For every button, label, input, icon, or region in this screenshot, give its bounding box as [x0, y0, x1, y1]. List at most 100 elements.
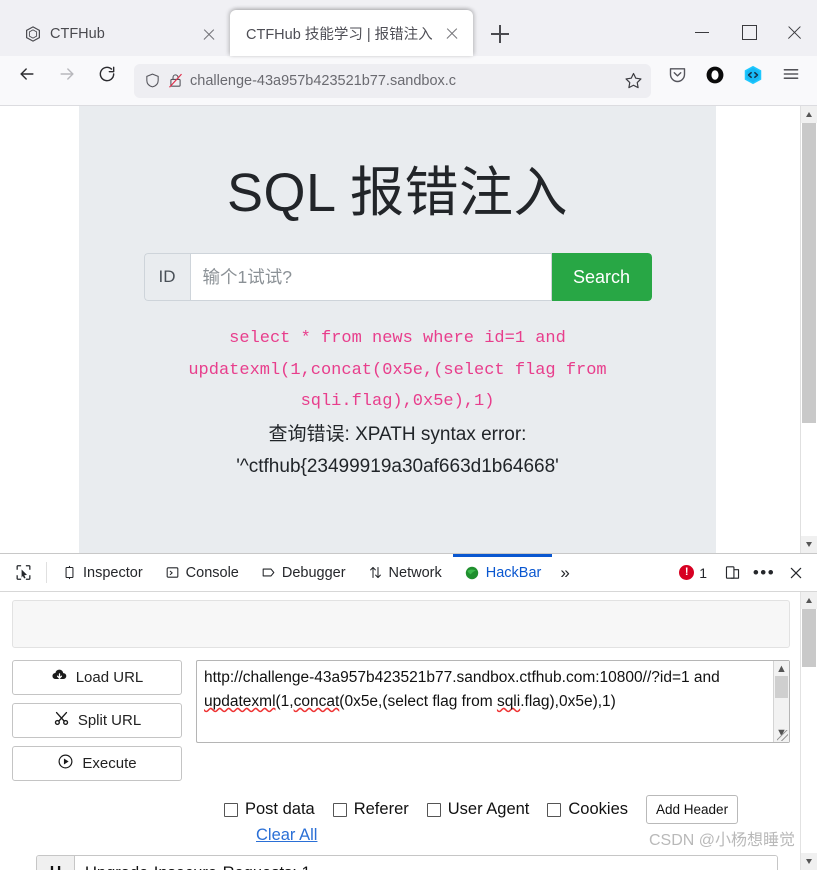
- element-picker-icon[interactable]: [4, 554, 42, 591]
- split-url-button[interactable]: Split URL: [12, 703, 182, 738]
- error-count-badge[interactable]: ! 1: [671, 565, 715, 581]
- scroll-down-icon[interactable]: [801, 536, 817, 553]
- new-tab-button[interactable]: [483, 17, 517, 51]
- scroll-up-icon[interactable]: [801, 106, 817, 123]
- close-window-button[interactable]: [771, 12, 817, 52]
- back-button[interactable]: [8, 64, 46, 98]
- window-controls: [679, 12, 817, 56]
- id-input[interactable]: [190, 253, 552, 301]
- page-scrollbar[interactable]: [800, 106, 817, 553]
- checkbox-icon[interactable]: [224, 803, 238, 817]
- forward-button[interactable]: [48, 64, 86, 98]
- hackbar-hex-icon[interactable]: [735, 64, 771, 98]
- star-icon[interactable]: [624, 71, 643, 90]
- load-url-button[interactable]: Load URL: [12, 660, 182, 695]
- url-textarea-wrapper: http://challenge-43a957b423521b77.sandbo…: [196, 660, 790, 743]
- hackbar-panel: Load URL Split URL: [0, 592, 817, 870]
- tab-debugger[interactable]: Debugger: [250, 554, 357, 591]
- error-message-flag: '^ctfhub{23499919a30af663d1b64668': [138, 452, 658, 483]
- url-line-3a: sqli: [497, 693, 520, 710]
- tab-bar: CTFHub CTFHub 技能学习 | 报错注入: [0, 0, 817, 56]
- checkbox-user-agent[interactable]: User Agent: [427, 800, 530, 819]
- add-header-button[interactable]: Add Header: [646, 795, 738, 824]
- scrollbar-thumb[interactable]: [802, 609, 816, 667]
- scroll-down-icon[interactable]: [801, 853, 817, 870]
- shield-icon[interactable]: [144, 72, 161, 89]
- button-label: Execute: [82, 755, 136, 772]
- checkbox-icon[interactable]: [333, 803, 347, 817]
- error-badge-icon: !: [679, 565, 694, 580]
- hackbar-top-panel: [12, 600, 790, 648]
- scrollbar-track[interactable]: [801, 123, 817, 536]
- tab-label: Inspector: [83, 565, 143, 581]
- error-count: 1: [699, 565, 707, 581]
- checkbox-label: Referer: [354, 800, 409, 819]
- scroll-up-icon[interactable]: [801, 592, 817, 609]
- close-devtools-icon[interactable]: [781, 558, 811, 588]
- url-line-2c: (1,: [276, 693, 294, 710]
- browser-tab-ctfhub[interactable]: CTFHub: [10, 12, 230, 56]
- close-icon[interactable]: [198, 23, 220, 45]
- navigation-toolbar: challenge-43a957b423521b77.sandbox.c: [0, 56, 817, 106]
- scrollbar-thumb[interactable]: [802, 123, 816, 423]
- hackbar-url-row: Load URL Split URL: [12, 660, 790, 781]
- scrollbar-thumb[interactable]: [775, 676, 788, 698]
- hackbar-options-row: Post data Referer User Agent Cookies A: [26, 795, 790, 824]
- checkbox-referer[interactable]: Referer: [333, 800, 409, 819]
- devtools-toolbar: Inspector Console Debugger: [0, 554, 817, 592]
- cloud-download-icon: [51, 667, 68, 688]
- header-row: H: [36, 855, 778, 870]
- url-line-2b: updatexml: [204, 693, 276, 710]
- page-title: SQL 报错注入: [79, 164, 716, 223]
- id-input-group: ID Search: [144, 253, 652, 301]
- pocket-icon[interactable]: [659, 64, 695, 98]
- id-label: ID: [144, 253, 190, 301]
- play-circle-icon: [57, 753, 74, 774]
- url-line-3b: .flag),0x5e),1): [520, 693, 616, 710]
- hackbar-button-column: Load URL Split URL: [12, 660, 182, 781]
- tab-label: Debugger: [282, 565, 346, 581]
- page-content: SQL 报错注入 ID Search select * from news wh…: [0, 106, 800, 553]
- devtools-panel: Inspector Console Debugger: [0, 553, 817, 870]
- maximize-button[interactable]: [725, 12, 771, 52]
- resize-grip-icon[interactable]: [777, 730, 788, 741]
- hackbar-url-textarea[interactable]: http://challenge-43a957b423521b77.sandbo…: [196, 660, 790, 743]
- tab-overflow-chevron-icon[interactable]: »: [552, 554, 577, 591]
- tab-title: CTFHub 技能学习 | 报错注入: [246, 23, 433, 44]
- header-key-label: H: [37, 856, 75, 870]
- page-viewport: SQL 报错注入 ID Search select * from news wh…: [0, 106, 817, 553]
- more-options-icon[interactable]: •••: [749, 558, 779, 588]
- tab-network[interactable]: Network: [357, 554, 453, 591]
- scrollbar-track[interactable]: [801, 609, 817, 853]
- error-message-line1: 查询错误: XPATH syntax error:: [138, 420, 658, 451]
- tab-label: HackBar: [486, 565, 542, 581]
- url-text: challenge-43a957b423521b77.sandbox.c: [190, 73, 618, 89]
- checkbox-cookies[interactable]: Cookies: [547, 800, 628, 819]
- checkbox-icon[interactable]: [547, 803, 561, 817]
- checkbox-post-data[interactable]: Post data: [224, 800, 315, 819]
- search-button[interactable]: Search: [552, 253, 652, 301]
- tab-hackbar[interactable]: HackBar: [453, 554, 553, 591]
- tab-console[interactable]: Console: [154, 554, 250, 591]
- opera-circle-icon[interactable]: [697, 64, 733, 98]
- hackbar-green-icon: [464, 565, 480, 581]
- responsive-design-mode-icon[interactable]: [717, 558, 747, 588]
- url-bar[interactable]: challenge-43a957b423521b77.sandbox.c: [134, 64, 651, 98]
- execute-button[interactable]: Execute: [12, 746, 182, 781]
- close-icon[interactable]: [441, 22, 463, 44]
- url-line-1: http://challenge-43a957b423521b77.sandbo…: [204, 669, 643, 686]
- lock-slashed-icon[interactable]: [167, 72, 184, 89]
- tab-label: Console: [186, 565, 239, 581]
- header-value-input[interactable]: [75, 856, 777, 870]
- tab-inspector[interactable]: Inspector: [51, 554, 154, 591]
- browser-tab-active[interactable]: CTFHub 技能学习 | 报错注入: [230, 10, 473, 56]
- hamburger-menu-icon[interactable]: [773, 64, 809, 98]
- hackbar-scrollbar[interactable]: [800, 592, 817, 870]
- clear-all-link[interactable]: Clear All: [210, 826, 317, 845]
- url-line-2a: //?id=1 and: [643, 669, 720, 686]
- checkbox-icon[interactable]: [427, 803, 441, 817]
- minimize-button[interactable]: [679, 12, 725, 52]
- reload-button[interactable]: [88, 64, 126, 98]
- checkbox-label: User Agent: [448, 800, 530, 819]
- tab-label: Network: [389, 565, 442, 581]
